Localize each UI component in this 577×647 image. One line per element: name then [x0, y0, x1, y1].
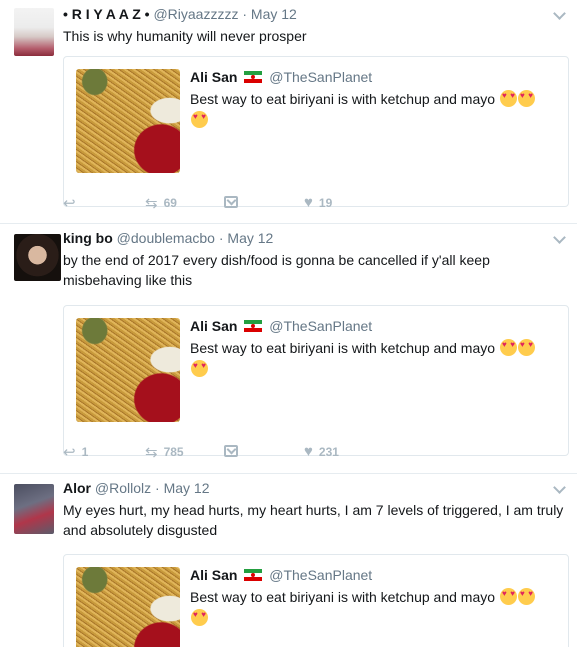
like-button[interactable]: ♥ 231: [304, 443, 339, 463]
quoted-user-handle: @TheSanPlanet: [269, 69, 373, 85]
avatar[interactable]: [14, 8, 54, 56]
heart-icon: ♥: [304, 194, 313, 211]
reply-count: 1: [81, 445, 89, 459]
tweet[interactable]: Alor @Rollolz · May 12 My eyes hurt, my …: [0, 474, 577, 647]
chevron-down-icon[interactable]: [553, 8, 567, 22]
tweet-text: My eyes hurt, my head hurts, my heart hu…: [63, 502, 564, 538]
retweet-button[interactable]: ⇆ 69: [145, 194, 177, 214]
quoted-tweet-text: Best way to eat biriyani is with ketchup…: [190, 338, 560, 380]
heart-eyes-emoji-icon: [499, 90, 517, 107]
quoted-tweet-header: Ali San @TheSanPlanet: [190, 318, 372, 334]
user-name[interactable]: Alor: [63, 480, 91, 496]
separator: ·: [218, 230, 224, 246]
retweet-icon: ⇆: [145, 444, 158, 461]
direct-message-icon: [224, 444, 238, 457]
heart-eyes-emoji-icon: [191, 360, 208, 377]
quoted-tweet-text: Best way to eat biriyani is with ketchup…: [190, 587, 560, 629]
quoted-tweet-image[interactable]: [76, 567, 180, 647]
user-handle[interactable]: @Rollolz: [95, 480, 151, 496]
avatar[interactable]: [14, 234, 61, 281]
retweet-icon: ⇆: [145, 195, 158, 212]
like-count: 19: [318, 195, 333, 210]
direct-message-button[interactable]: [224, 443, 238, 463]
quoted-tweet-text-content: Best way to eat biriyani is with ketchup…: [190, 340, 496, 356]
separator: ·: [242, 6, 248, 22]
tweet-header: king bo @doublemacbo · May 12: [63, 230, 273, 246]
tweet[interactable]: king bo @doublemacbo · May 12 by the end…: [0, 224, 577, 474]
separator: ·: [155, 480, 160, 496]
user-name[interactable]: king bo: [63, 230, 113, 246]
reply-button[interactable]: ↩ 1: [63, 443, 88, 463]
iran-flag-icon: [244, 71, 263, 83]
retweet-count: 69: [163, 196, 177, 210]
quoted-user-name: Ali San: [190, 567, 238, 583]
quoted-tweet[interactable]: Ali San @TheSanPlanet Best way to eat bi…: [63, 554, 569, 647]
timestamp[interactable]: May 12: [227, 230, 273, 246]
quoted-tweet-header: Ali San @TheSanPlanet: [190, 69, 372, 85]
user-handle[interactable]: @Riyaazzzzz: [153, 6, 238, 22]
quoted-user-name: Ali San: [190, 318, 238, 334]
timestamp[interactable]: May 12: [164, 480, 210, 496]
quoted-tweet-text: Best way to eat biriyani is with ketchup…: [190, 89, 560, 131]
iran-flag-icon: [244, 569, 263, 581]
like-count: 231: [318, 444, 339, 459]
heart-eyes-emoji-icon: [517, 339, 535, 356]
quoted-user-handle: @TheSanPlanet: [269, 318, 373, 334]
quoted-tweet-header: Ali San @TheSanPlanet: [190, 567, 372, 583]
retweet-button[interactable]: ⇆ 785: [145, 443, 184, 463]
chevron-down-icon[interactable]: [553, 232, 567, 246]
tweet-text: This is why humanity will never prosper: [63, 28, 307, 44]
quoted-user-handle: @TheSanPlanet: [269, 567, 373, 583]
reply-icon: ↩: [63, 444, 76, 461]
tweet-text: by the end of 2017 every dish/food is go…: [63, 252, 490, 288]
heart-eyes-emoji-icon: [499, 588, 517, 605]
quoted-tweet-image[interactable]: [76, 69, 180, 173]
quoted-tweet-text-content: Best way to eat biriyani is with ketchup…: [190, 91, 496, 107]
user-name[interactable]: • R I Y A A Z •: [63, 6, 150, 22]
heart-eyes-emoji-icon: [517, 588, 535, 605]
reply-button[interactable]: ↩: [63, 194, 76, 214]
quoted-user-name: Ali San: [190, 69, 238, 85]
avatar[interactable]: [14, 484, 54, 534]
heart-icon: ♥: [304, 443, 313, 460]
retweet-count: 785: [163, 445, 184, 459]
heart-eyes-emoji-icon: [191, 609, 208, 626]
reply-icon: ↩: [63, 195, 76, 212]
tweet-header: Alor @Rollolz · May 12: [63, 480, 210, 496]
tweet-header: • R I Y A A Z • @Riyaazzzzz · May 12: [63, 6, 297, 22]
quoted-tweet-text-content: Best way to eat biriyani is with ketchup…: [190, 589, 496, 605]
timestamp[interactable]: May 12: [251, 6, 297, 22]
direct-message-icon: [224, 195, 238, 208]
quoted-tweet[interactable]: Ali San @TheSanPlanet Best way to eat bi…: [63, 56, 569, 207]
heart-eyes-emoji-icon: [499, 339, 517, 356]
chevron-down-icon[interactable]: [553, 482, 567, 496]
direct-message-button[interactable]: [224, 194, 238, 214]
quoted-tweet-image[interactable]: [76, 318, 180, 422]
tweet[interactable]: • R I Y A A Z • @Riyaazzzzz · May 12 Thi…: [0, 0, 577, 224]
like-button[interactable]: ♥ 19: [304, 194, 332, 214]
quoted-tweet[interactable]: Ali San @TheSanPlanet Best way to eat bi…: [63, 305, 569, 456]
iran-flag-icon: [244, 320, 263, 332]
heart-eyes-emoji-icon: [191, 111, 208, 128]
heart-eyes-emoji-icon: [517, 90, 535, 107]
user-handle[interactable]: @doublemacbo: [117, 230, 215, 246]
